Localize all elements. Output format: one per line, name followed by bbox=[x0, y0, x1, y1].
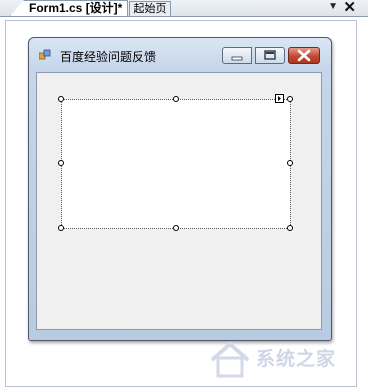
tab-start-page[interactable]: 起始页 bbox=[129, 1, 171, 16]
tab-form1-design[interactable]: Form1.cs [设计]* bbox=[10, 0, 128, 16]
close-icon bbox=[297, 49, 311, 62]
resize-handle-top-center[interactable] bbox=[173, 96, 179, 102]
resize-handle-middle-left[interactable] bbox=[58, 160, 64, 166]
smart-tag-button[interactable] bbox=[275, 94, 284, 103]
watermark-text: 系统之家 bbox=[256, 349, 337, 370]
watermark-house-icon bbox=[210, 341, 250, 378]
form-title-bar[interactable]: 百度经验问题反馈 bbox=[29, 38, 331, 72]
selected-control[interactable] bbox=[61, 99, 291, 229]
form-title: 百度经验问题反馈 bbox=[60, 50, 157, 64]
smart-tag-arrow-icon bbox=[278, 96, 281, 101]
tab-list-dropdown-icon[interactable]: ▼ bbox=[328, 1, 338, 12]
form-app-icon bbox=[39, 49, 51, 60]
document-tab-strip: Form1.cs [设计]* 起始页 ▼ ✕ bbox=[0, 0, 368, 17]
close-button[interactable] bbox=[288, 47, 320, 64]
resize-handle-bottom-center[interactable] bbox=[173, 225, 179, 231]
tab-close-icon[interactable]: ✕ bbox=[343, 0, 356, 16]
resize-handle-bottom-right[interactable] bbox=[287, 225, 293, 231]
minimize-button[interactable] bbox=[222, 47, 252, 64]
resize-handle-bottom-left[interactable] bbox=[58, 225, 64, 231]
minimize-icon bbox=[231, 56, 243, 61]
maximize-button[interactable] bbox=[255, 47, 285, 64]
maximize-icon bbox=[264, 50, 276, 60]
watermark-logo: 系统之家 bbox=[208, 336, 358, 382]
resize-handle-middle-right[interactable] bbox=[287, 160, 293, 166]
resize-handle-top-left[interactable] bbox=[58, 96, 64, 102]
resize-handle-top-right[interactable] bbox=[287, 96, 293, 102]
